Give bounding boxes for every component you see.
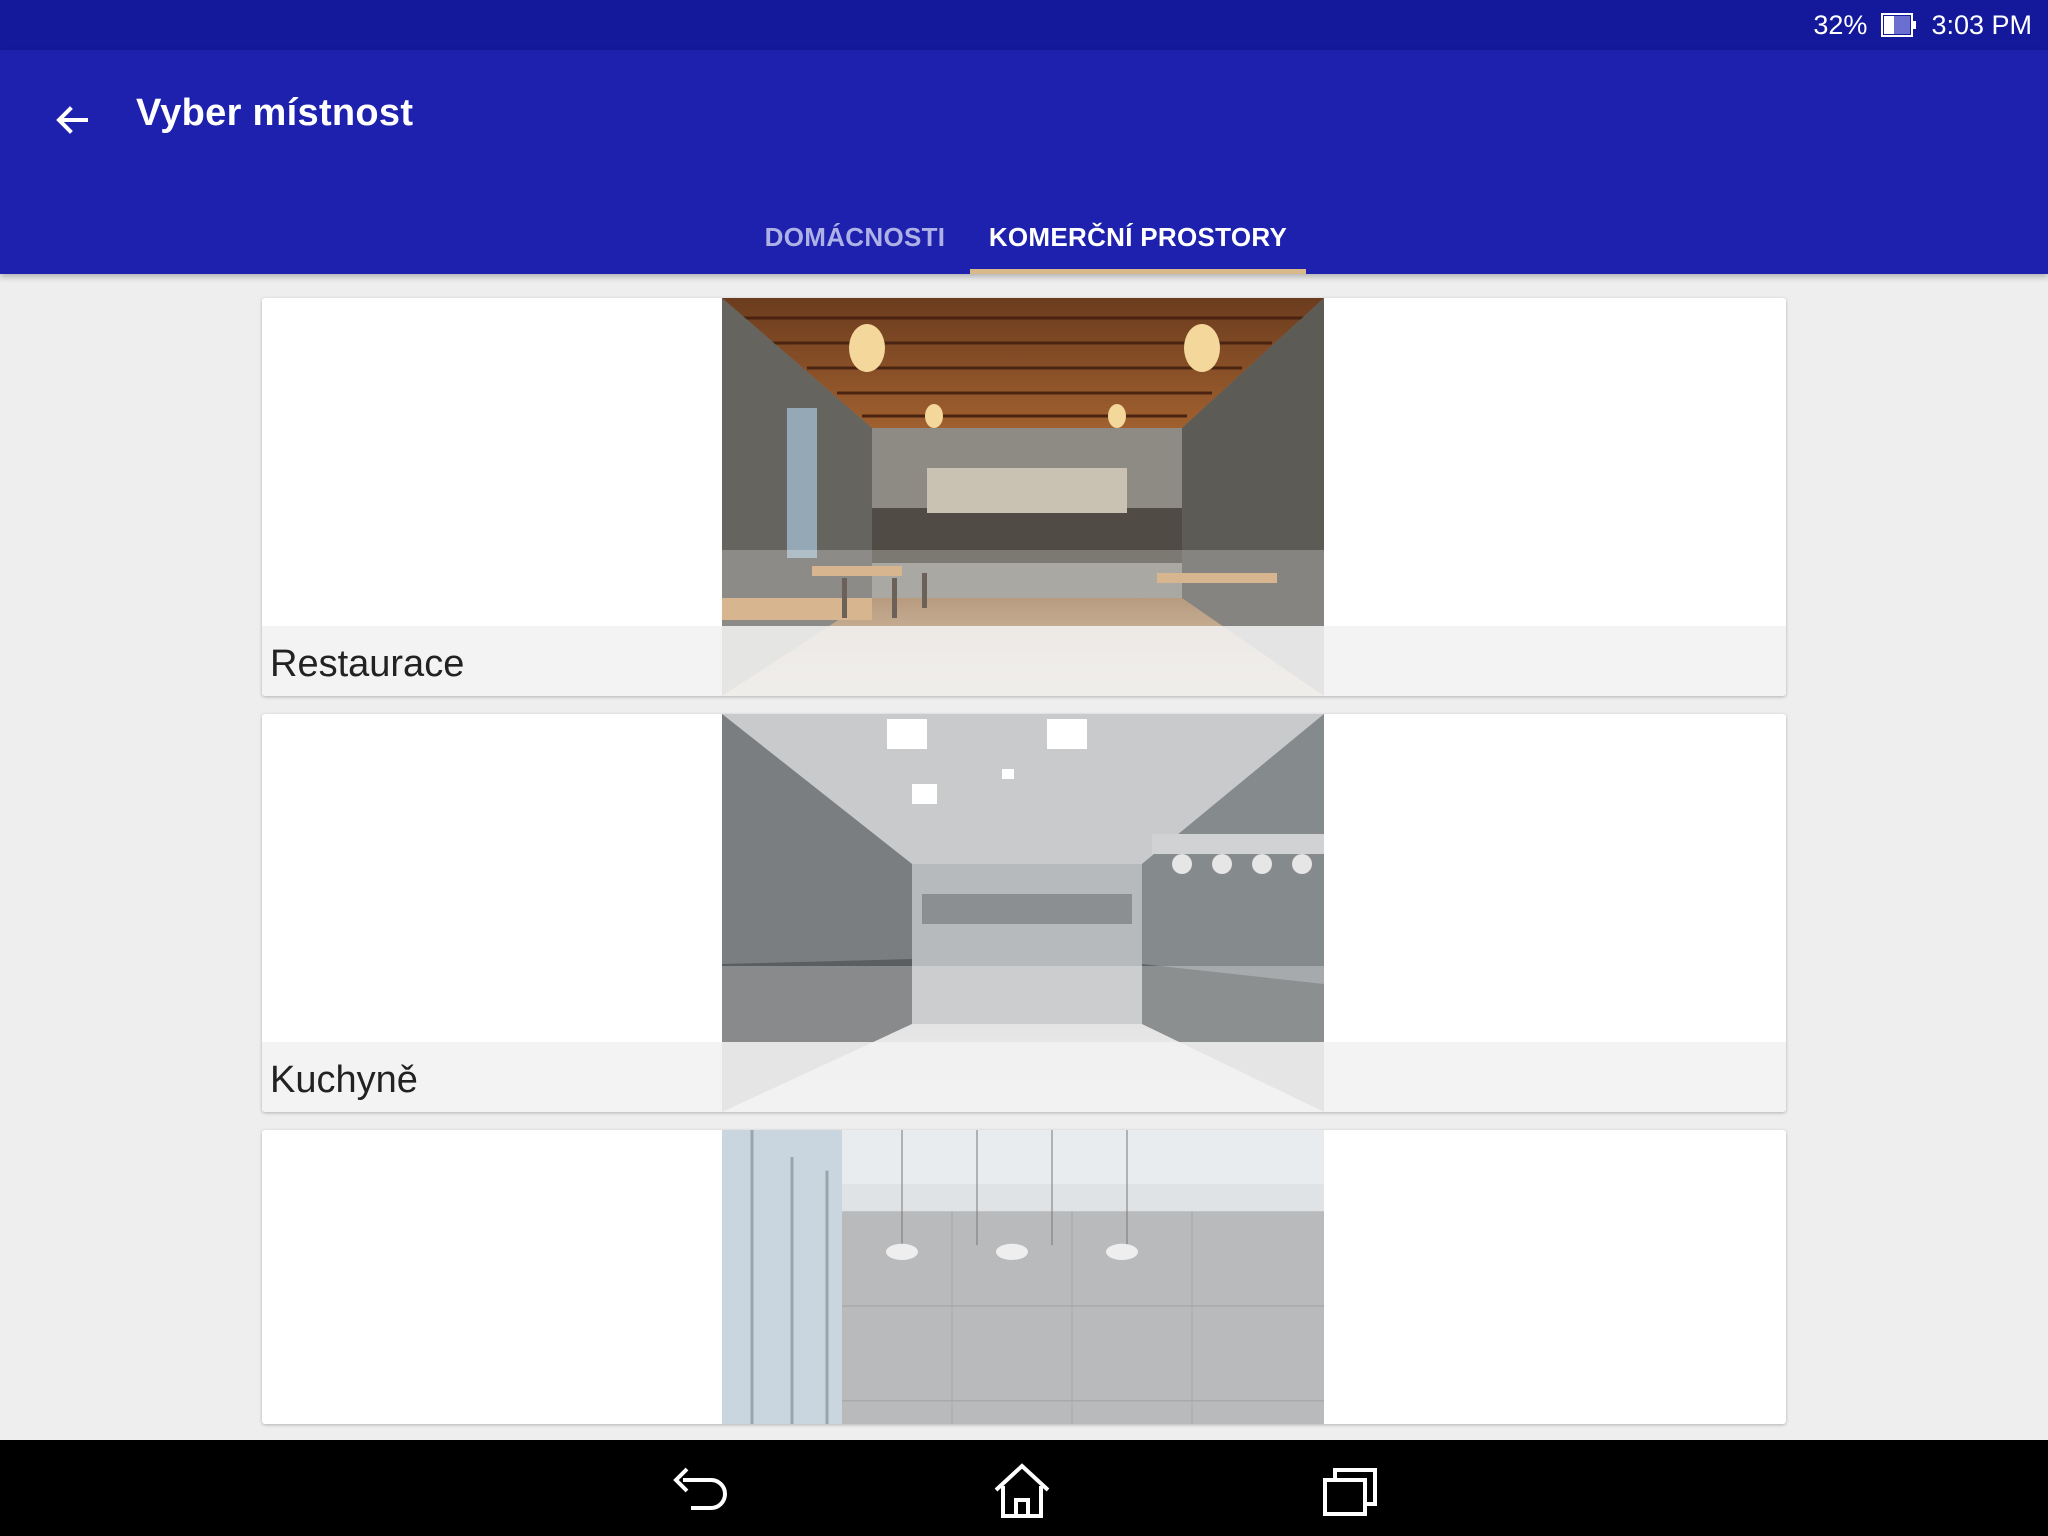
room-card-restaurace[interactable]: Restaurace bbox=[262, 298, 1786, 696]
battery-icon bbox=[1881, 13, 1917, 37]
status-bar: 32% 3:03 PM bbox=[0, 0, 2048, 50]
back-button[interactable] bbox=[40, 88, 104, 152]
clock: 3:03 PM bbox=[1931, 9, 2032, 40]
navigation-bar bbox=[0, 1440, 2048, 1536]
room-card-kuchyne[interactable]: Kuchyně bbox=[262, 714, 1786, 1112]
tab-komercni-prostory[interactable]: KOMERČNÍ PROSTORY bbox=[970, 200, 1306, 274]
meeting-room-image bbox=[722, 1130, 1324, 1424]
home-icon bbox=[994, 1463, 1050, 1518]
tab-indicator bbox=[970, 269, 1306, 274]
recents-icon bbox=[1323, 1468, 1377, 1516]
nav-recents-button[interactable] bbox=[1310, 1458, 1390, 1524]
status-indicators: 32% 3:03 PM bbox=[1813, 0, 2032, 50]
page-title: Vyber místnost bbox=[136, 92, 414, 134]
room-label: Kuchyně bbox=[270, 1059, 418, 1101]
room-card-meeting[interactable] bbox=[262, 1130, 1786, 1424]
tab-bar: DOMÁCNOSTI KOMERČNÍ PROSTORY bbox=[0, 200, 2048, 274]
room-label: Restaurace bbox=[270, 643, 465, 685]
battery-percent: 32% bbox=[1813, 9, 1868, 40]
caption-bar bbox=[262, 1042, 1786, 1112]
back-icon bbox=[673, 1467, 727, 1510]
nav-home-button[interactable] bbox=[982, 1458, 1062, 1524]
app-bar: Vyber místnost DOMÁCNOSTI KOMERČNÍ PROST… bbox=[0, 50, 2048, 274]
nav-back-button[interactable] bbox=[660, 1458, 740, 1524]
caption-bar bbox=[262, 626, 1786, 696]
tab-domacnosti[interactable]: DOMÁCNOSTI bbox=[746, 200, 964, 274]
arrow-left-icon bbox=[56, 106, 88, 134]
